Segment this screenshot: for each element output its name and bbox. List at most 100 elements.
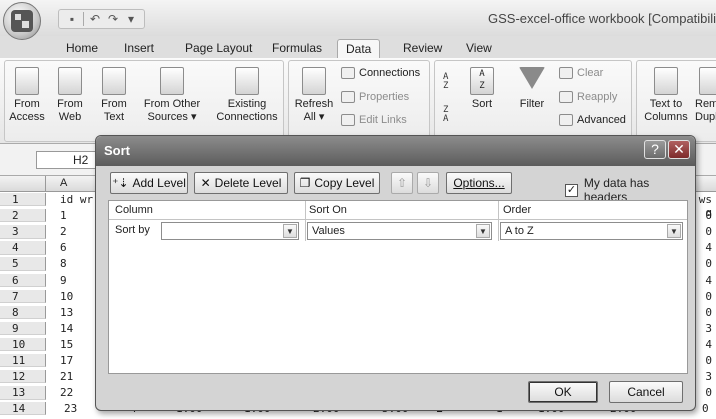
cell[interactable]: 0 [694,257,712,270]
properties-button[interactable]: Properties [341,91,409,103]
tab-page-layout[interactable]: Page Layout [177,39,260,58]
row-number[interactable]: 5 [0,257,46,271]
edit-links-button[interactable]: Edit Links [341,114,407,126]
cell[interactable]: 0 [694,306,712,319]
close-button[interactable]: ✕ [668,140,690,159]
cell[interactable]: 22 [60,386,73,399]
help-button[interactable]: ? [644,140,666,159]
row-number[interactable]: 3 [0,225,46,239]
filter-button[interactable]: Filter [515,67,549,111]
cell[interactable]: 10 [60,290,73,303]
reapply-button[interactable]: Reapply [559,91,617,103]
cancel-button[interactable]: Cancel [609,381,683,403]
tab-insert[interactable]: Insert [116,39,162,58]
my-data-has-headers-checkbox[interactable]: ✓ [565,183,578,197]
row-number[interactable]: 6 [0,273,46,287]
clear-filter-button[interactable]: Clear [559,67,603,79]
cell[interactable]: 0 [694,209,712,222]
sort-button[interactable]: A Z Sort [465,67,499,111]
chevron-down-icon[interactable]: ▼ [476,224,490,238]
office-logo-icon [11,10,33,32]
row-number[interactable]: 11 [0,354,46,368]
column-header-a[interactable]: A [60,177,67,189]
move-down-button[interactable]: ⇩ [417,172,439,194]
cell[interactable]: 4 [694,241,712,254]
dialog-title-bar: Sort ? ✕ [96,136,695,166]
from-access-button[interactable]: From Access [7,67,47,124]
cell[interactable]: 0 [694,386,712,399]
copy-level-button[interactable]: ❐ Copy Level [294,172,380,194]
column-select[interactable]: ▼ [161,222,299,240]
row-number[interactable]: 4 [0,241,46,255]
cell[interactable]: 2 [60,225,67,238]
tab-formulas[interactable]: Formulas [264,39,330,58]
cell[interactable]: 0 [702,402,709,415]
sort-a-z-icon[interactable]: A Z [443,73,448,91]
row-number[interactable]: 8 [0,305,46,320]
tab-view[interactable]: View [458,39,500,58]
move-up-button[interactable]: ⇧ [391,172,413,194]
remove-duplicates-button[interactable]: Rem Dupl [695,67,716,124]
cell[interactable]: 13 [60,306,73,319]
existing-connections-button[interactable]: Existing Connections [213,67,281,124]
delete-level-button[interactable]: ✕ Delete Level [194,172,288,194]
edit-links-label: Edit Links [359,114,407,126]
cell[interactable]: 15 [60,338,73,351]
add-level-button[interactable]: ⁺⇣ Add Level [110,172,188,194]
redo-icon[interactable]: ↷ [106,12,120,26]
sort-label: Sort [471,98,493,110]
row-number[interactable]: 7 [0,289,46,303]
customize-toolbar-icon[interactable]: ▾ [124,12,138,26]
row-number[interactable]: 9 [0,321,46,336]
select-all-corner[interactable] [0,176,46,192]
cell[interactable]: 1 [60,209,67,222]
sort-on-select[interactable]: Values ▼ [307,222,492,240]
advanced-filter-button[interactable]: Advanced [559,114,626,126]
cell[interactable]: 17 [60,354,73,367]
row-number[interactable]: 14 [0,402,46,416]
cell[interactable]: 23 [64,402,77,415]
from-web-button[interactable]: From Web [49,67,91,124]
undo-icon[interactable]: ↶ [88,12,102,26]
connections-button[interactable]: Connections [341,67,420,79]
from-text-button[interactable]: From Text [93,67,135,124]
office-button[interactable] [3,2,41,40]
ok-button[interactable]: OK [528,381,598,403]
options-button[interactable]: Options... [446,172,512,194]
existing-label-2: Connections [216,111,278,123]
cell[interactable]: 4 [694,338,712,351]
row-number[interactable]: 2 [0,209,46,223]
existing-label: Existing [227,98,267,110]
row-number[interactable]: 10 [0,337,46,352]
sort-z-a-icon[interactable]: Z A [443,106,448,124]
tab-data[interactable]: Data [337,39,381,58]
ribbon: From Access From Web From Text From Othe… [0,58,716,144]
cell[interactable]: 9 [60,274,67,287]
text-to-columns-button[interactable]: Text to Columns [639,67,693,124]
cell[interactable]: 0 [694,354,712,367]
options-label: Options... [453,176,505,190]
save-icon[interactable]: ▪ [65,12,79,26]
cell[interactable]: 21 [60,370,73,383]
cell[interactable]: 0 [694,290,712,303]
data-tools-group: Text to Columns Rem Dupl [636,60,716,142]
chevron-down-icon[interactable]: ▼ [667,224,681,238]
cell[interactable]: 4 [694,274,712,287]
order-select[interactable]: A to Z ▼ [500,222,683,240]
cell[interactable]: 0 [694,225,712,238]
cell[interactable]: 8 [60,257,67,270]
row-number[interactable]: 12 [0,370,46,384]
chevron-down-icon[interactable]: ▼ [283,224,297,238]
tab-home[interactable]: Home [58,39,106,58]
cell[interactable]: 3 [694,322,712,335]
refresh-all-button[interactable]: Refresh All ▾ [293,67,335,124]
cell[interactable]: 14 [60,322,73,335]
cell[interactable]: id wr [60,193,93,206]
cell[interactable]: 6 [60,241,67,254]
cell[interactable]: 3 [694,370,712,383]
row-number[interactable]: 1 [0,193,46,207]
row-number[interactable]: 13 [0,386,46,400]
delete-level-label: Delete Level [214,176,282,190]
tab-review[interactable]: Review [395,39,450,58]
from-other-sources-button[interactable]: From Other Sources ▾ [139,67,205,124]
